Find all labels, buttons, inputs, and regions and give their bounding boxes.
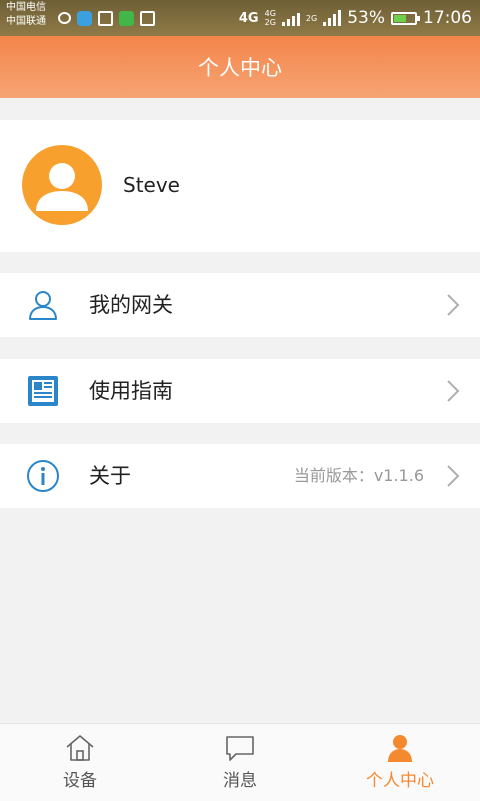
network-small-labels: 4G 2G (265, 9, 276, 27)
nav-tab-profile[interactable]: 个人中心 (320, 724, 480, 801)
info-circle-icon (25, 458, 61, 494)
status-bar: 中国电信 中国联通 4G 4G 2G 2G 53% 17:06 (0, 0, 480, 36)
status-right: 4G 4G 2G 2G 53% 17:06 (239, 0, 472, 36)
signal-bars-icon-2 (323, 10, 342, 26)
chat-notification-icon (58, 12, 71, 24)
nav-tab-messages[interactable]: 消息 (160, 724, 320, 801)
battery-icon (391, 11, 420, 25)
page-title: 个人中心 (198, 56, 282, 80)
menu-item-user-guide[interactable]: 使用指南 (0, 359, 480, 423)
carrier-2: 中国联通 (6, 16, 46, 27)
network-4g-label: 4G (238, 10, 259, 26)
nav-tab-label: 个人中心 (366, 771, 434, 791)
carrier-1: 中国电信 (6, 2, 46, 13)
carrier-info: 中国电信 中国联通 (6, 1, 46, 29)
nav-tab-label: 消息 (223, 771, 257, 791)
chevron-right-icon (446, 464, 460, 488)
clock: 17:06 (423, 8, 472, 28)
network-2g-small-label: 2G (264, 18, 276, 27)
menu-item-label: 使用指南 (89, 379, 173, 403)
person-outline-icon (25, 287, 61, 323)
avatar-person-icon (36, 163, 88, 211)
home-icon (64, 734, 96, 762)
newspaper-icon (25, 373, 61, 409)
nav-tab-devices[interactable]: 设备 (0, 724, 160, 801)
person-filled-icon (384, 734, 416, 762)
network-4g-small-label: 4G (264, 9, 276, 18)
menu-item-my-gateway[interactable]: 我的网关 (0, 273, 480, 337)
title-bar: 个人中心 (0, 36, 480, 98)
app-notification-icon-2 (119, 10, 134, 26)
menu-item-label: 关于 (89, 464, 131, 488)
profile-card[interactable]: Steve (0, 120, 480, 252)
chat-bubble-icon (224, 734, 256, 762)
version-info: 当前版本：v1.1.6 (293, 466, 424, 485)
image-notification-icon (140, 10, 155, 26)
mail-notification-icon (98, 10, 113, 26)
chevron-right-icon (446, 379, 460, 403)
menu-item-label: 我的网关 (89, 293, 173, 317)
bottom-nav: 设备 消息 个人中心 (0, 723, 480, 801)
chevron-right-icon (446, 293, 460, 317)
notification-icons (58, 9, 155, 27)
signal-bars-icon (281, 10, 300, 26)
network-2g-label: 2G (305, 13, 318, 23)
username: Steve (123, 173, 180, 197)
menu-item-about[interactable]: 关于 当前版本：v1.1.6 (0, 444, 480, 508)
nav-tab-label: 设备 (63, 771, 97, 791)
avatar[interactable] (22, 145, 102, 225)
app-notification-icon (77, 10, 92, 26)
battery-percent: 53% (347, 8, 385, 28)
